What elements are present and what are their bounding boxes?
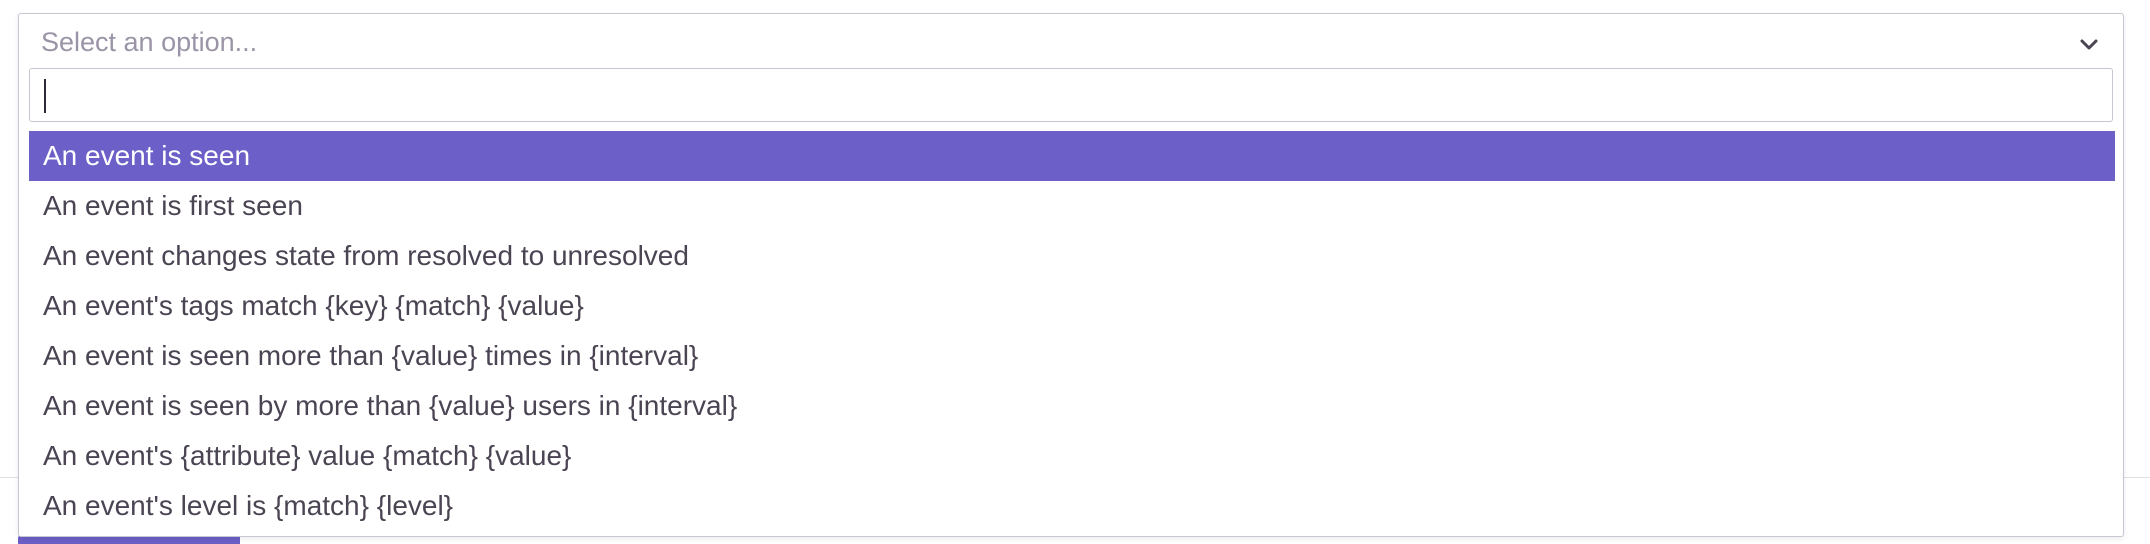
condition-select-dropdown[interactable]: Select an option... An event is seen An …	[18, 13, 2124, 537]
option-tags-match[interactable]: An event's tags match {key} {match} {val…	[29, 281, 2115, 331]
search-box[interactable]	[29, 68, 2113, 122]
text-caret	[44, 79, 46, 113]
background-primary-button[interactable]	[18, 536, 240, 544]
option-seen-times[interactable]: An event is seen more than {value} times…	[29, 331, 2115, 381]
select-control[interactable]: Select an option...	[19, 14, 2123, 70]
option-seen-users[interactable]: An event is seen by more than {value} us…	[29, 381, 2115, 431]
option-attribute-value[interactable]: An event's {attribute} value {match} {va…	[29, 431, 2115, 481]
search-input[interactable]	[31, 70, 2111, 120]
option-level-match[interactable]: An event's level is {match} {level}	[29, 481, 2115, 531]
options-list: An event is seen An event is first seen …	[29, 131, 2115, 531]
select-placeholder: Select an option...	[41, 27, 258, 57]
option-event-first-seen[interactable]: An event is first seen	[29, 181, 2115, 231]
chevron-down-icon[interactable]	[2075, 30, 2103, 58]
option-event-seen[interactable]: An event is seen	[29, 131, 2115, 181]
option-state-change[interactable]: An event changes state from resolved to …	[29, 231, 2115, 281]
